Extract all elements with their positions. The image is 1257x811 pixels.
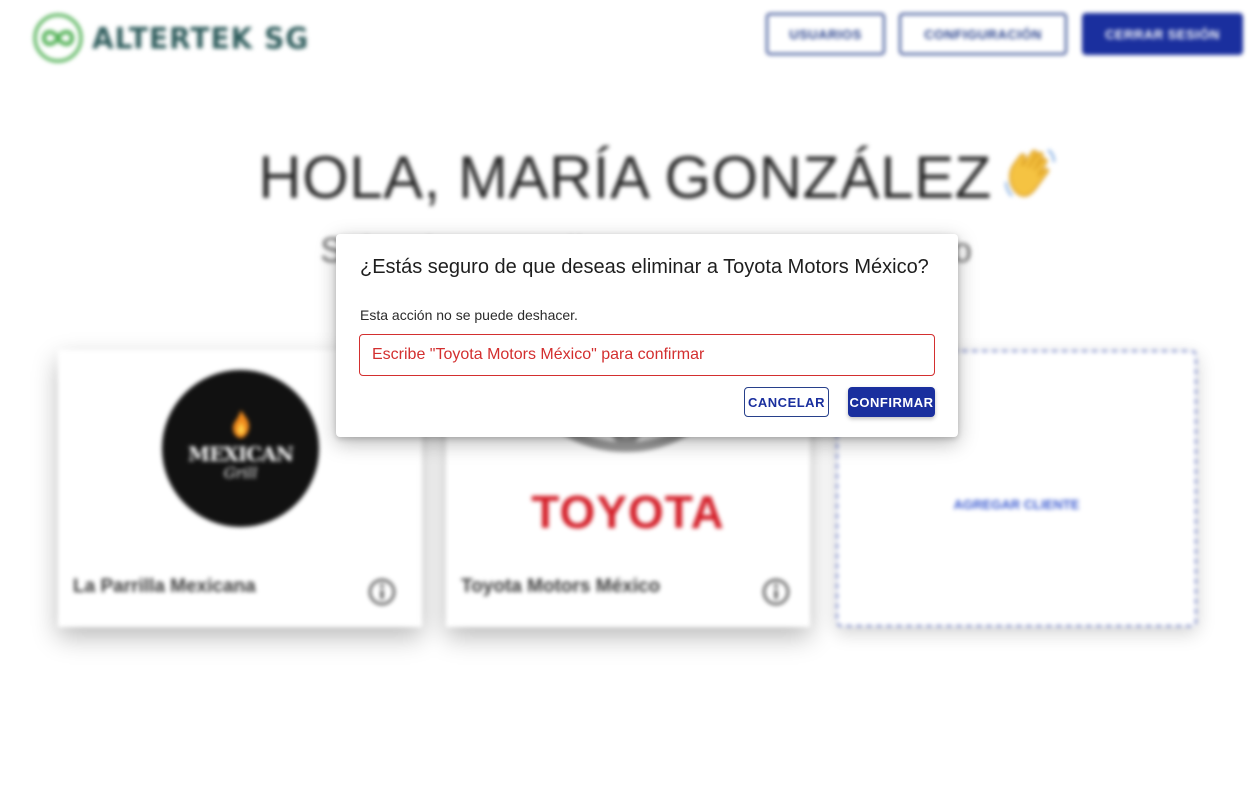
client-name: La Parrilla Mexicana	[73, 576, 256, 597]
dialog-title: ¿Estás seguro de que deseas eliminar a T…	[360, 256, 929, 278]
confirm-name-input[interactable]	[359, 334, 935, 376]
logo-text: ALTERTEK SG	[92, 20, 310, 56]
info-icon[interactable]	[368, 578, 396, 606]
settings-button[interactable]: CONFIGURACIÓN	[899, 13, 1067, 55]
confirm-button[interactable]: CONFIRMAR	[848, 387, 935, 417]
waving-hand-icon	[1004, 149, 1055, 197]
delete-confirm-dialog: ¿Estás seguro de que deseas eliminar a T…	[336, 234, 958, 437]
toyota-logo-text: TOYOTA	[531, 486, 725, 538]
cancel-button[interactable]: CANCELAR	[744, 387, 829, 417]
users-button[interactable]: USUARIOS	[766, 13, 885, 55]
logout-button[interactable]: CERRAR SESIÓN	[1082, 13, 1243, 55]
logo-line-2: Grill	[223, 464, 258, 482]
logo-line-1: MEXICAN	[188, 442, 294, 466]
flame-icon	[233, 410, 250, 438]
mexican-grill-logo: MEXICAN Grill	[162, 370, 319, 527]
info-icon[interactable]	[762, 578, 790, 606]
greeting-text: HOLA, MARÍA GONZÁLEZ	[258, 144, 992, 211]
add-client-label: AGREGAR CLIENTE	[953, 497, 1080, 512]
dialog-description: Esta acción no se puede deshacer.	[360, 307, 578, 323]
infinity-logo-icon	[33, 13, 83, 63]
brand-logo[interactable]: ALTERTEK SG	[32, 12, 309, 64]
page-title: HOLA, MARÍA GONZÁLEZ	[0, 142, 1257, 212]
client-name: Toyota Motors México	[461, 576, 661, 597]
